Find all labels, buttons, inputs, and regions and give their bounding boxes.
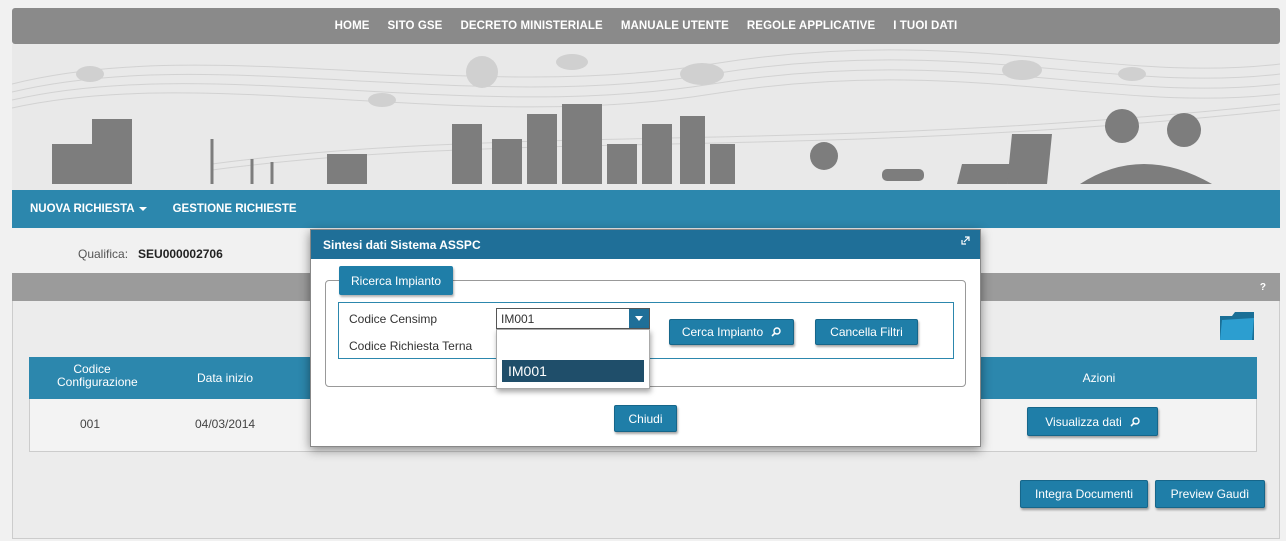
energy-city-illustration	[12, 49, 1280, 184]
chiudi-button[interactable]: Chiudi	[614, 405, 677, 432]
visualizza-dati-label: Visualizza dati	[1045, 414, 1122, 429]
nav-home[interactable]: HOME	[335, 20, 370, 32]
search-icon	[1130, 416, 1140, 427]
preview-gaudi-button[interactable]: Preview Gaudì	[1155, 480, 1265, 508]
expand-icon[interactable]	[961, 236, 970, 245]
dropdown-option-im001[interactable]: IM001	[502, 360, 644, 382]
header-banner	[12, 44, 1280, 190]
cancella-filtri-button[interactable]: Cancella Filtri	[815, 319, 918, 345]
nav-sito-gse[interactable]: SITO GSE	[388, 20, 443, 32]
codice-censimp-dropdown: IM001	[496, 329, 650, 389]
chevron-down-icon[interactable]	[629, 309, 649, 328]
row-codice: 001	[80, 417, 101, 431]
folder-icon[interactable]	[1218, 310, 1256, 342]
top-navigation: HOME SITO GSE DECRETO MINISTERIALE MANUA…	[12, 8, 1280, 44]
visualizza-dati-button[interactable]: Visualizza dati	[1027, 407, 1158, 436]
ricerca-impianto-legend: Ricerca Impianto	[339, 266, 454, 295]
qualifica-info: Qualifica: SEU000002706	[78, 247, 223, 261]
nav-decreto-ministeriale[interactable]: DECRETO MINISTERIALE	[460, 20, 602, 32]
header-data-inizio: Data inizio	[196, 371, 254, 385]
integra-documenti-button[interactable]: Integra Documenti	[1020, 480, 1148, 508]
qualifica-label: Qualifica:	[78, 247, 129, 261]
nav-i-tuoi-dati[interactable]: I TUOI DATI	[893, 20, 957, 32]
select-value: IM001	[501, 312, 535, 326]
modal-title-bar: Sintesi dati Sistema ASSPC	[311, 230, 980, 259]
main-menu-bar: NUOVA RICHIESTA GESTIONE RICHIESTE	[12, 190, 1280, 228]
cerca-impianto-button[interactable]: Cerca Impianto	[669, 319, 794, 345]
codice-censimp-label: Codice Censimp	[349, 312, 438, 326]
sintesi-dati-modal: Sintesi dati Sistema ASSPC Ricerca Impia…	[310, 229, 981, 447]
menu-nuova-richiesta-label: NUOVA RICHIESTA	[30, 203, 135, 215]
menu-nuova-richiesta[interactable]: NUOVA RICHIESTA	[30, 203, 147, 215]
help-icon[interactable]: ?	[1260, 282, 1266, 293]
menu-gestione-richieste[interactable]: GESTIONE RICHIESTE	[173, 203, 297, 215]
codice-censimp-select[interactable]: IM001	[496, 308, 650, 329]
codice-richiesta-terna-label: Codice Richiesta Terna	[349, 339, 473, 353]
header-codice-configurazione: Codice Configurazione	[57, 363, 138, 389]
nav-regole-applicative[interactable]: REGOLE APPLICATIVE	[747, 20, 875, 32]
cerca-impianto-label: Cerca Impianto	[681, 325, 764, 339]
nav-manuale-utente[interactable]: MANUALE UTENTE	[621, 20, 729, 32]
row-data-inizio: 04/03/2014	[195, 417, 256, 431]
qualifica-value: SEU000002706	[138, 247, 223, 261]
caret-down-icon	[138, 206, 147, 211]
header-azioni: Azioni	[1082, 371, 1116, 385]
modal-title: Sintesi dati Sistema ASSPC	[323, 238, 481, 252]
search-icon	[771, 327, 781, 337]
header-codice-line2: Configurazione	[57, 375, 138, 389]
